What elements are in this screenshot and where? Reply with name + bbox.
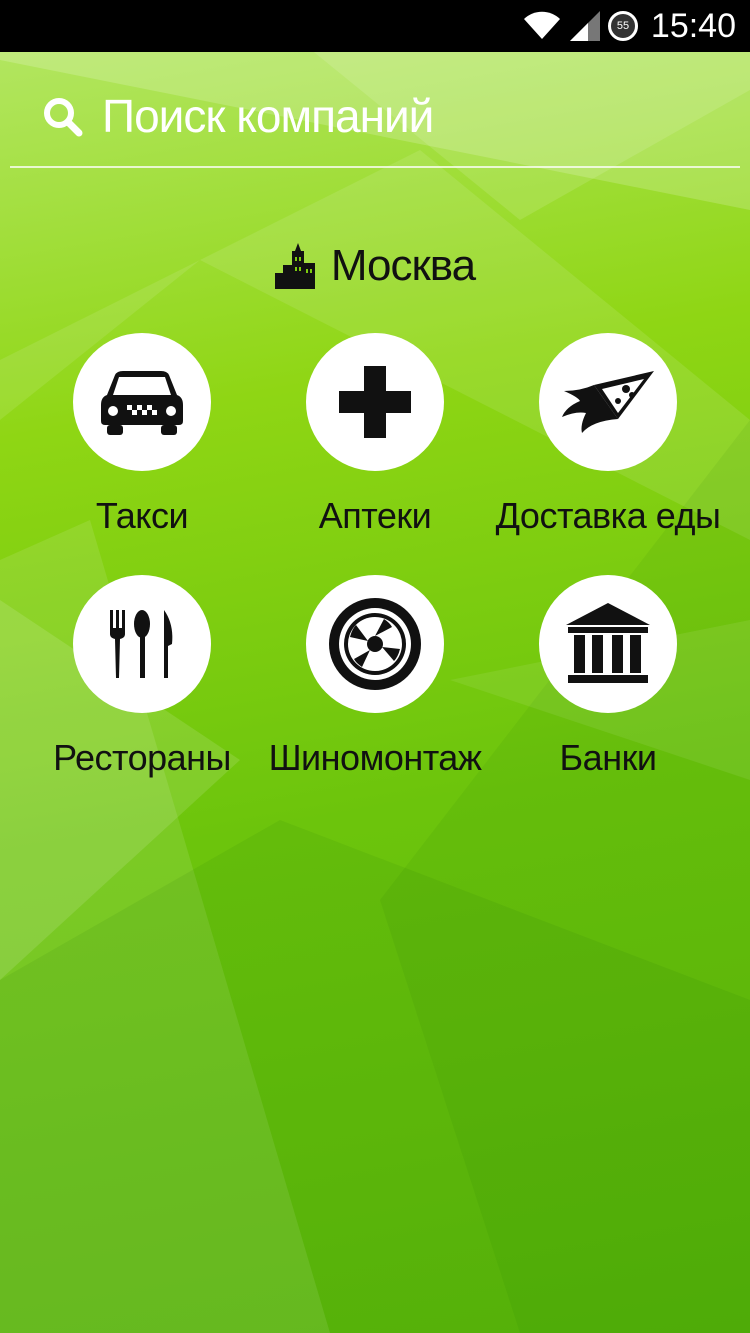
category-label: Банки <box>559 737 657 778</box>
categories-grid: Такси Аптеки Доставка еды Рестораны Шино… <box>0 0 750 800</box>
category-circle <box>306 575 444 713</box>
pharmacy-cross-icon <box>339 366 411 438</box>
pizza-delivery-icon <box>562 371 654 433</box>
category-pharmacy[interactable]: Аптеки <box>258 333 492 543</box>
category-circle <box>539 333 677 471</box>
bank-icon <box>566 603 650 683</box>
category-label: Такси <box>95 495 189 536</box>
category-label: Шиномонтаж <box>268 737 482 778</box>
category-tire-service[interactable]: Шиномонтаж <box>258 575 492 785</box>
category-restaurants[interactable]: Рестораны <box>25 575 259 785</box>
category-banks[interactable]: Банки <box>491 575 725 785</box>
cutlery-icon <box>110 610 173 678</box>
category-label: Аптеки <box>318 495 432 536</box>
category-circle <box>539 575 677 713</box>
category-label: Доставка еды <box>495 495 721 536</box>
category-taxi[interactable]: Такси <box>25 333 259 543</box>
category-circle <box>73 333 211 471</box>
category-label: Рестораны <box>53 737 231 778</box>
category-food-delivery[interactable]: Доставка еды <box>491 333 725 543</box>
category-circle <box>73 575 211 713</box>
tire-icon <box>329 598 421 690</box>
category-circle <box>306 333 444 471</box>
taxi-icon <box>101 371 183 435</box>
